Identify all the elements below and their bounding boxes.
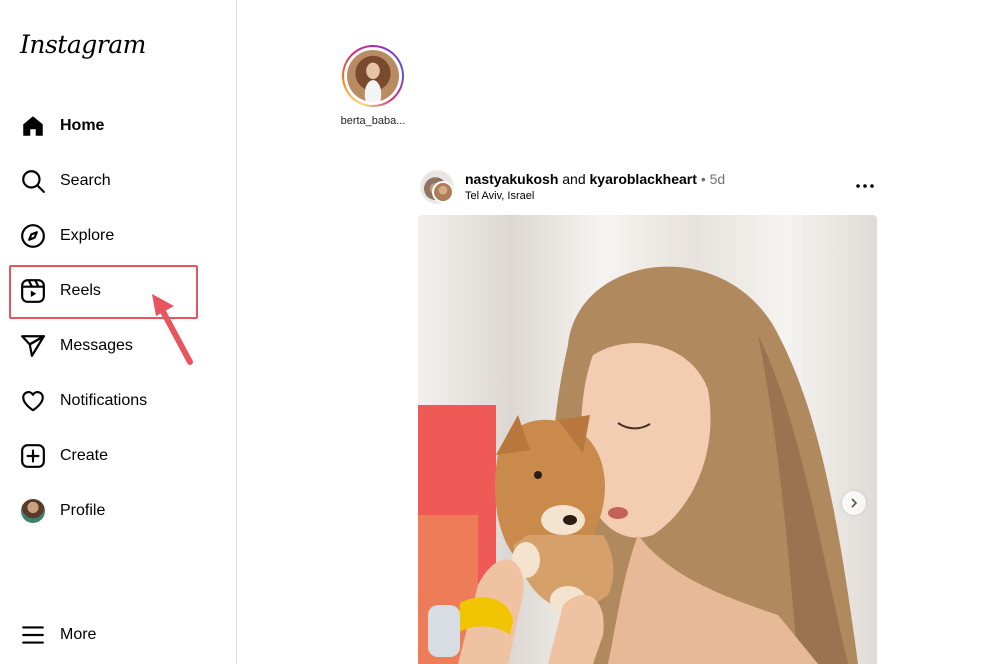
sidebar-item-reels[interactable]: Reels xyxy=(0,263,236,318)
sidebar-item-label: Search xyxy=(60,171,111,189)
chevron-right-icon xyxy=(851,498,858,508)
sidebar-item-label: Explore xyxy=(60,226,115,244)
post-coauthor-avatar[interactable] xyxy=(432,181,454,203)
post-coauthor-link[interactable]: kyaroblackheart xyxy=(590,171,697,187)
instagram-logo[interactable]: Instagram xyxy=(20,30,146,59)
sidebar-item-label: Home xyxy=(60,116,105,134)
menu-icon xyxy=(20,622,46,648)
sidebar-item-home[interactable]: Home xyxy=(0,98,236,153)
sidebar-item-label: Notifications xyxy=(60,391,148,409)
heart-icon xyxy=(20,388,46,414)
search-icon xyxy=(20,168,46,194)
post-authors: nastyakukosh and kyaroblackheart • 5d xyxy=(465,171,725,187)
sidebar-item-label: Reels xyxy=(60,281,101,299)
send-icon xyxy=(20,333,46,359)
story-item[interactable]: berta_baba... xyxy=(336,45,410,127)
story-avatar xyxy=(347,50,399,102)
home-icon xyxy=(20,113,46,139)
compass-icon xyxy=(20,223,46,249)
plus-square-icon xyxy=(20,443,46,469)
more-options-icon[interactable] xyxy=(853,174,877,198)
sidebar-item-notifications[interactable]: Notifications xyxy=(0,373,236,428)
story-ring xyxy=(342,45,404,107)
sidebar-item-profile[interactable]: Profile xyxy=(0,483,236,538)
sidebar-item-more[interactable]: More xyxy=(0,607,236,662)
carousel-next-button[interactable] xyxy=(842,491,866,515)
sidebar-item-label: Profile xyxy=(60,501,106,519)
post-timestamp[interactable]: 5d xyxy=(710,171,726,187)
sidebar-item-label: Messages xyxy=(60,336,133,354)
post-image[interactable] xyxy=(418,215,877,664)
sidebar-item-label: More xyxy=(60,625,97,643)
sidebar-item-label: Create xyxy=(60,446,109,464)
post-header: nastyakukosh and kyaroblackheart • 5d Te… xyxy=(420,168,877,208)
sidebar-item-messages[interactable]: Messages xyxy=(0,318,236,373)
post-location[interactable]: Tel Aviv, Israel xyxy=(465,190,534,202)
sidebar: Instagram Home Search Explore Reels Mess… xyxy=(0,0,237,664)
story-username: berta_baba... xyxy=(340,115,406,127)
sidebar-item-search[interactable]: Search xyxy=(0,153,236,208)
post-authors-joiner: and xyxy=(562,171,586,187)
sidebar-item-explore[interactable]: Explore xyxy=(0,208,236,263)
reels-icon xyxy=(20,278,46,304)
sidebar-item-create[interactable]: Create xyxy=(0,428,236,483)
post-author-link[interactable]: nastyakukosh xyxy=(465,171,558,187)
sidebar-nav: Home Search Explore Reels Messages Notif… xyxy=(0,98,236,538)
post-separator: • xyxy=(700,171,706,187)
avatar xyxy=(20,498,46,524)
